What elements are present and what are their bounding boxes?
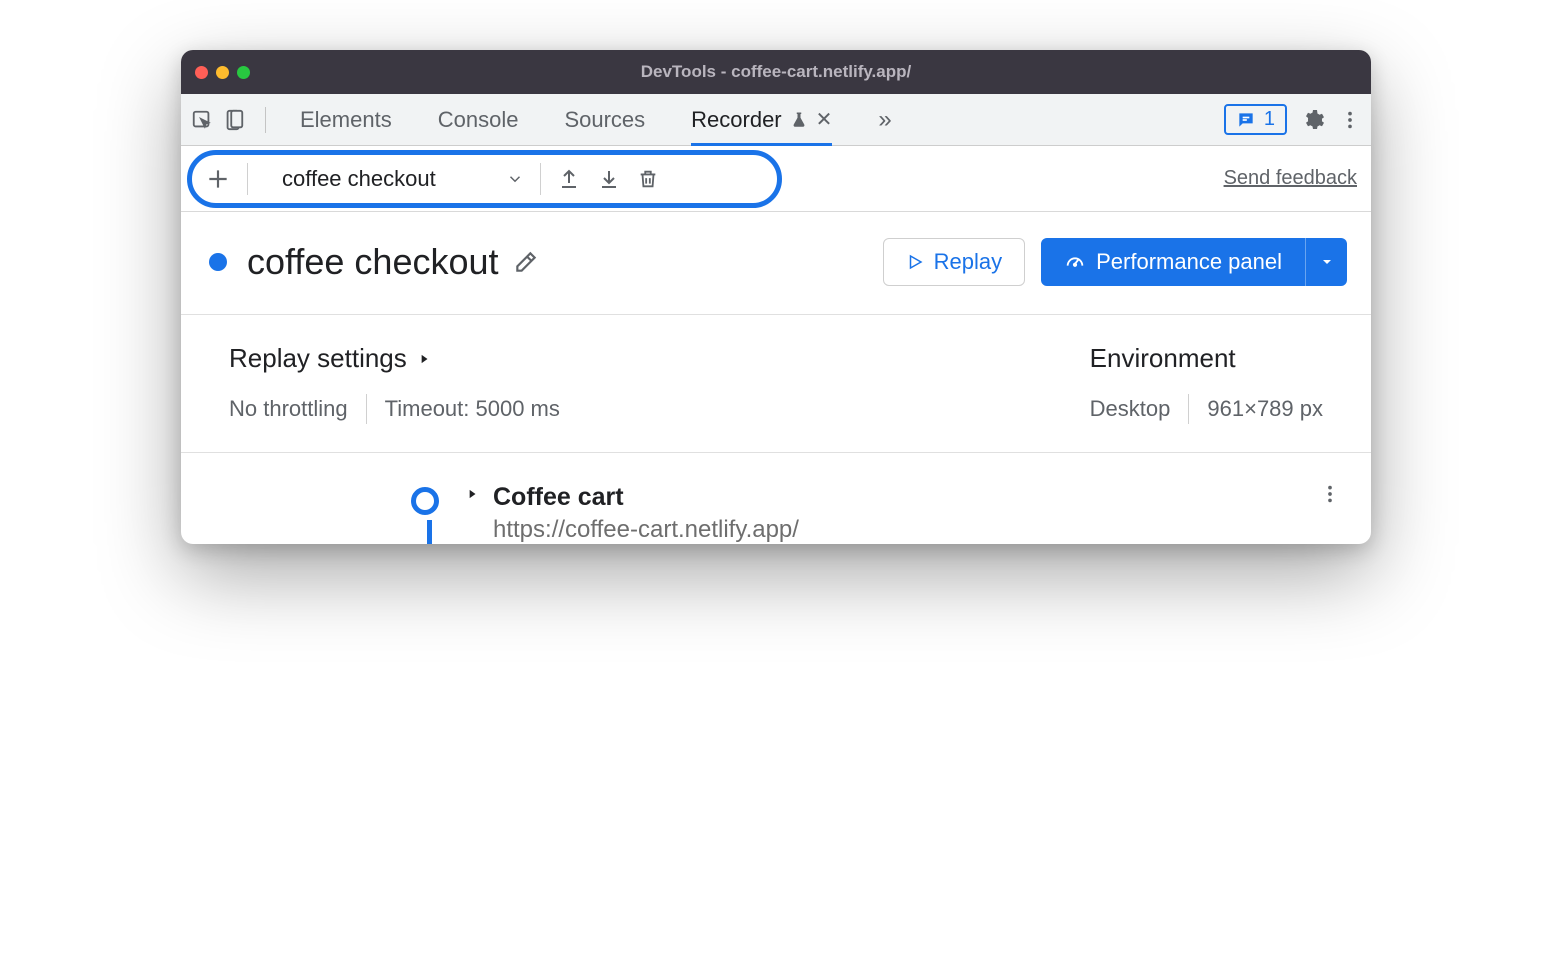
step-node-icon — [411, 487, 439, 515]
window-title: DevTools - coffee-cart.netlify.app/ — [181, 62, 1371, 82]
recording-selector[interactable]: coffee checkout — [282, 166, 524, 192]
inspect-icon[interactable] — [191, 109, 213, 131]
recording-header: coffee checkout Replay Performance panel — [181, 212, 1371, 315]
divider — [366, 394, 367, 424]
step-title: Coffee cart — [493, 483, 799, 512]
divider — [1188, 394, 1189, 424]
gauge-icon — [1064, 251, 1086, 273]
caret-right-icon — [417, 352, 431, 366]
environment-heading: Environment — [1090, 343, 1323, 374]
new-recording-button[interactable] — [205, 166, 231, 192]
issues-count: 1 — [1264, 108, 1275, 131]
tab-console[interactable]: Console — [438, 107, 519, 133]
flask-icon — [790, 111, 808, 129]
main-tab-bar: Elements Console Sources Recorder ✕ » 1 — [181, 94, 1371, 146]
divider — [247, 163, 248, 195]
caret-right-icon[interactable] — [465, 487, 479, 544]
divider — [540, 163, 541, 195]
timeout-value: Timeout: 5000 ms — [385, 396, 560, 422]
recorder-toolbar: coffee checkout Send feedback — [181, 146, 1371, 212]
tab-recorder[interactable]: Recorder ✕ — [691, 107, 832, 146]
replay-button-label: Replay — [934, 249, 1002, 275]
close-tab-icon[interactable]: ✕ — [816, 107, 833, 132]
replay-button[interactable]: Replay — [883, 238, 1025, 286]
caret-down-icon — [1319, 254, 1335, 270]
tab-sources[interactable]: Sources — [564, 107, 645, 133]
device-value: Desktop — [1090, 396, 1171, 422]
step-connector — [427, 520, 432, 544]
recording-selector-label: coffee checkout — [282, 166, 436, 192]
chevron-down-icon — [506, 170, 524, 188]
send-feedback-link[interactable]: Send feedback — [1224, 167, 1357, 190]
replay-settings-label: Replay settings — [229, 343, 407, 374]
replay-settings-heading[interactable]: Replay settings — [229, 343, 1030, 374]
export-icon[interactable] — [557, 167, 581, 191]
steps-list: Coffee cart https://coffee-cart.netlify.… — [181, 453, 1371, 544]
issues-badge[interactable]: 1 — [1224, 104, 1287, 135]
step-url: https://coffee-cart.netlify.app/ — [493, 516, 799, 544]
devtools-window: DevTools - coffee-cart.netlify.app/ Elem… — [181, 50, 1371, 544]
performance-panel-button[interactable]: Performance panel — [1041, 238, 1305, 286]
tab-recorder-label: Recorder — [691, 107, 781, 133]
more-tabs-icon[interactable]: » — [878, 106, 891, 134]
settings-section: Replay settings No throttling Timeout: 5… — [181, 315, 1371, 453]
throttling-value: No throttling — [229, 396, 348, 422]
viewport-value: 961×789 px — [1207, 396, 1323, 422]
performance-panel-label: Performance panel — [1096, 249, 1282, 275]
kebab-menu-icon[interactable] — [1339, 109, 1361, 131]
message-icon — [1236, 110, 1256, 130]
status-dot-icon — [209, 253, 227, 271]
recording-title: coffee checkout — [247, 241, 499, 283]
performance-panel-dropdown[interactable] — [1305, 238, 1347, 286]
edit-title-icon[interactable] — [513, 249, 539, 275]
tab-elements[interactable]: Elements — [300, 107, 392, 133]
title-bar: DevTools - coffee-cart.netlify.app/ — [181, 50, 1371, 94]
gear-icon[interactable] — [1301, 108, 1325, 132]
play-icon — [906, 253, 924, 271]
device-toggle-icon[interactable] — [223, 109, 245, 131]
divider — [265, 107, 266, 133]
delete-icon[interactable] — [637, 167, 659, 191]
import-icon[interactable] — [597, 167, 621, 191]
step-item[interactable]: Coffee cart https://coffee-cart.netlify.… — [411, 483, 1353, 544]
step-menu-icon[interactable] — [1319, 483, 1341, 505]
